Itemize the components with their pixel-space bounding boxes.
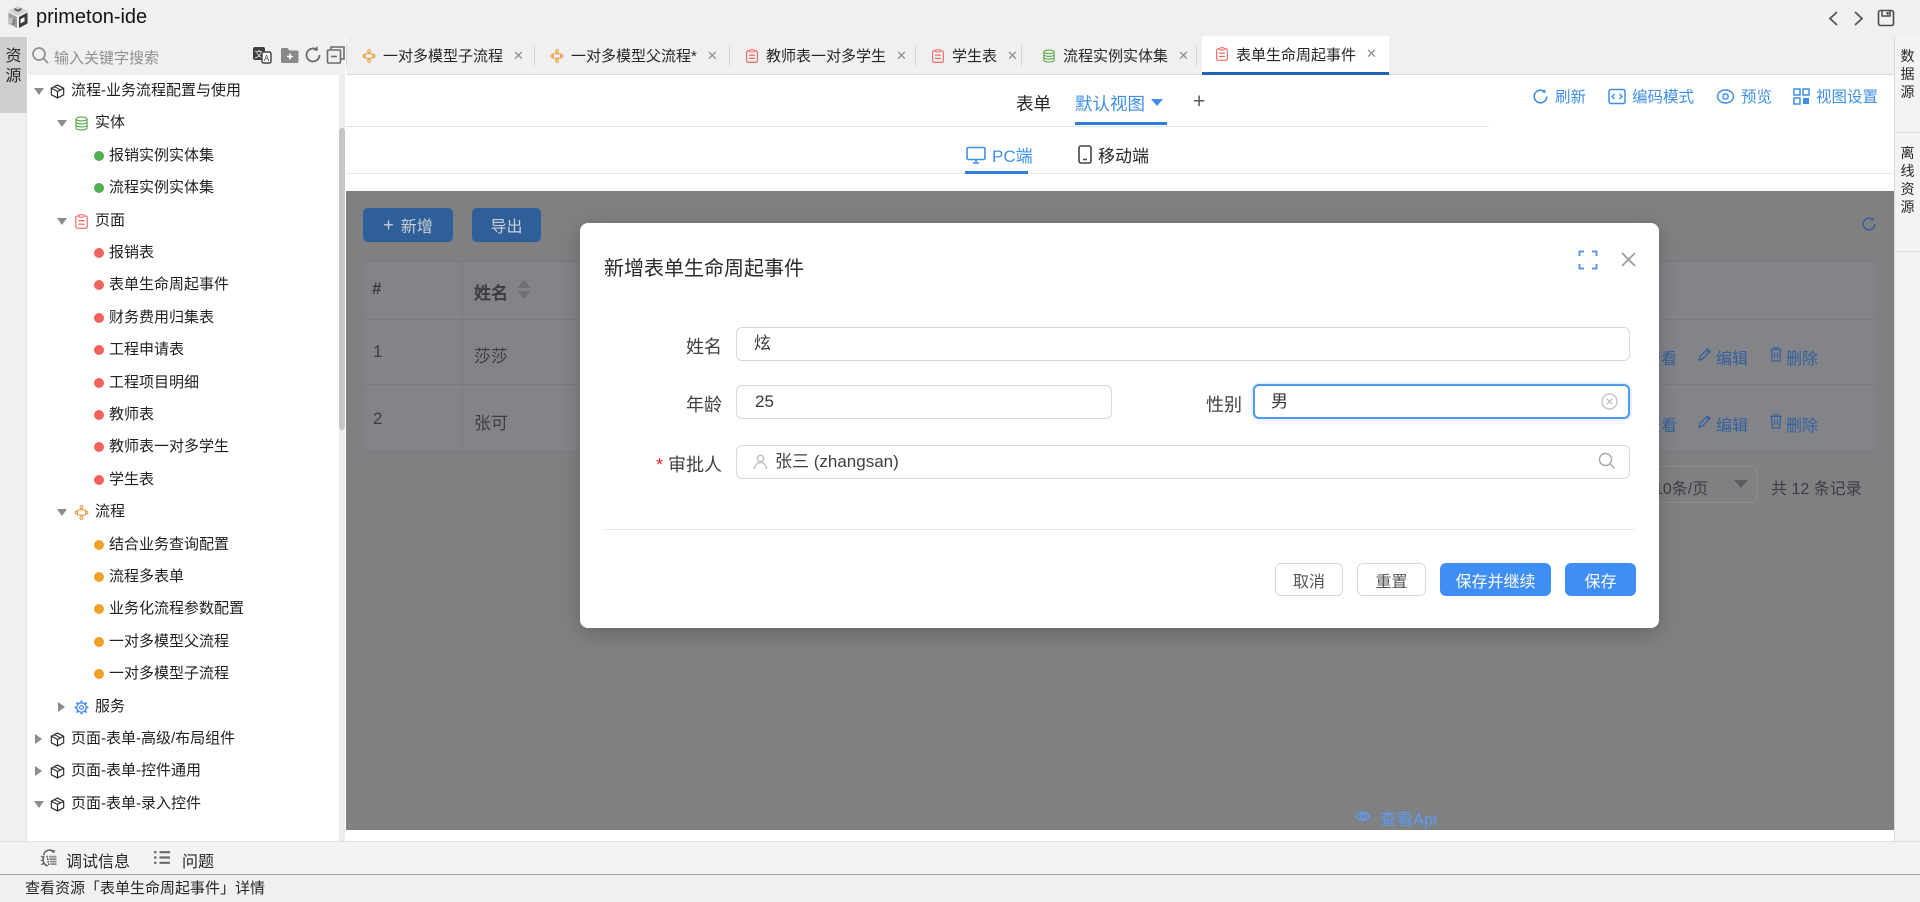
svg-text:A: A <box>264 54 270 63</box>
